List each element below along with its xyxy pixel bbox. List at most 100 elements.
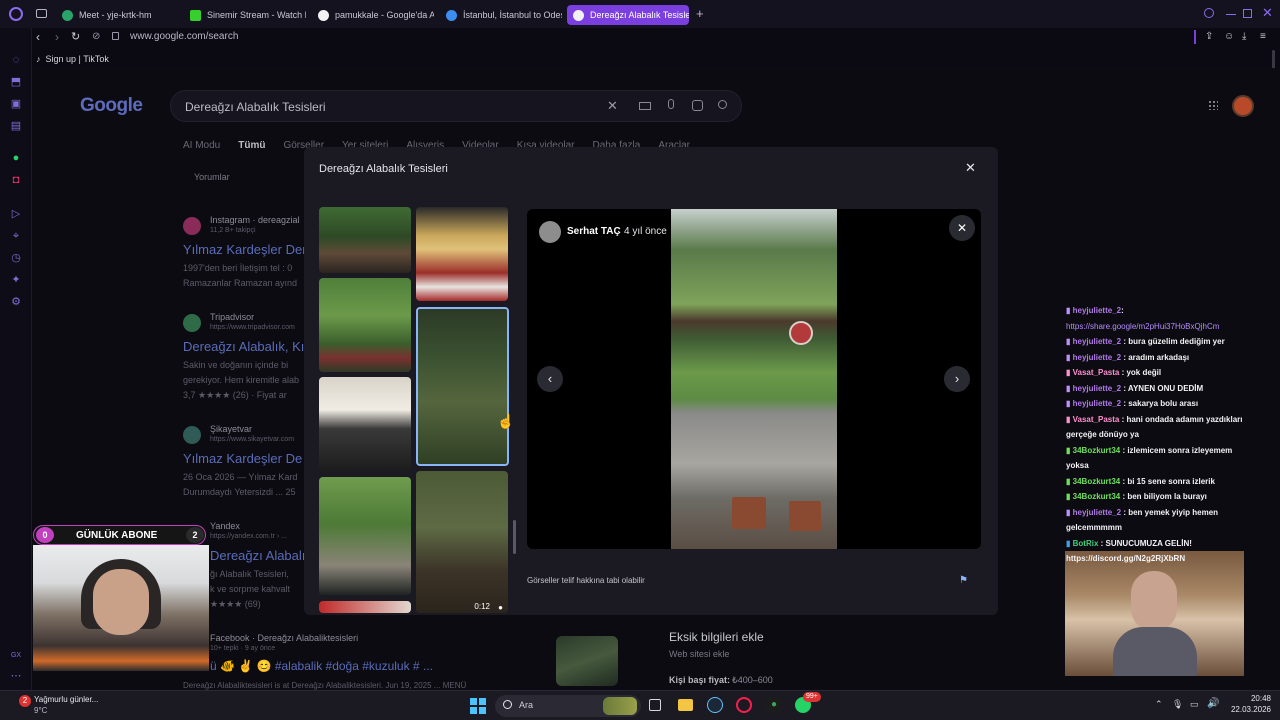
video-thumbnail[interactable]: 0:12 ● bbox=[416, 471, 508, 613]
restore-icon[interactable] bbox=[1243, 9, 1252, 18]
clock-time[interactable]: 20:48 bbox=[1233, 694, 1271, 703]
whatsapp-icon[interactable]: ● bbox=[10, 152, 22, 164]
player-icon[interactable]: ▷ bbox=[10, 208, 22, 220]
file-explorer-icon[interactable] bbox=[678, 699, 693, 711]
close-preview-button[interactable]: ✕ bbox=[949, 215, 975, 241]
back-icon[interactable]: ‹ bbox=[36, 30, 40, 44]
lens-icon[interactable] bbox=[692, 100, 703, 111]
result-thumbnail[interactable] bbox=[556, 636, 618, 686]
account-avatar[interactable] bbox=[1232, 95, 1254, 117]
report-flag-icon[interactable]: ⚑ bbox=[959, 575, 968, 586]
keyboard-icon[interactable] bbox=[639, 102, 651, 110]
badge-icon: ▮ bbox=[1066, 414, 1071, 424]
image-thumbnail-selected[interactable] bbox=[416, 307, 509, 466]
forward-icon[interactable]: › bbox=[55, 30, 59, 44]
history-icon[interactable]: ◷ bbox=[10, 252, 22, 264]
search-tabs-icon[interactable] bbox=[1204, 8, 1214, 18]
badge-icon: ▮ bbox=[1066, 352, 1071, 362]
result-source: Şikayetvar bbox=[210, 424, 253, 434]
image-thumbnail[interactable] bbox=[319, 601, 411, 613]
google-logo[interactable]: Google bbox=[80, 95, 143, 117]
badge-icon: ▮ bbox=[1066, 492, 1071, 501]
close-window-icon[interactable]: ✕ bbox=[1262, 5, 1273, 21]
video-duration: 0:12 bbox=[474, 602, 490, 611]
tab-meet[interactable]: Meet - yje-krtk-hm bbox=[56, 5, 178, 25]
discord-icon[interactable]: ● bbox=[766, 697, 782, 713]
result-title[interactable]: Yılmaz Kardeşler De bbox=[183, 451, 302, 466]
tab-sinemir[interactable]: Sinemir Stream - Watch Li bbox=[184, 5, 306, 25]
clear-icon[interactable]: ✕ bbox=[607, 98, 618, 114]
settings-icon[interactable]: ⚙ bbox=[10, 296, 22, 308]
image-thumbnail[interactable] bbox=[319, 207, 411, 273]
result-title[interactable]: ü 🐠 ✌ 😊 #alabalik #doğa #kuzuluk # ... bbox=[210, 659, 433, 673]
new-tab-icon[interactable]: + bbox=[696, 7, 704, 21]
image-thumbnail[interactable] bbox=[319, 278, 411, 372]
widget-left-count: 0 bbox=[36, 527, 54, 543]
url-field[interactable]: www.google.com/search bbox=[130, 31, 238, 42]
subscriber-widget: 0 GÜNLÜK ABONE 2 bbox=[33, 525, 206, 545]
side-add-website[interactable]: Web sitesi ekle bbox=[669, 649, 729, 659]
profile-icon[interactable]: ☺ bbox=[1224, 31, 1234, 42]
chat-message: ▮ heyjuliette_2 : sakarya bolu arası bbox=[1066, 399, 1199, 408]
thumbnail-scrollbar[interactable] bbox=[513, 520, 516, 554]
mic-tray-icon[interactable]: 🎙 bbox=[1172, 699, 1183, 710]
search-input[interactable]: Dereağzı Alabalık Tesisleri ✕ bbox=[170, 90, 742, 122]
steam-icon[interactable] bbox=[707, 697, 723, 713]
bookmark-manager-icon[interactable]: ▤ bbox=[10, 120, 22, 132]
volume-icon[interactable]: 🔊 bbox=[1207, 698, 1219, 709]
pin-icon[interactable]: ⌖ bbox=[10, 230, 22, 242]
clock-date[interactable]: 22.03.2026 bbox=[1222, 705, 1271, 714]
instagram-icon[interactable]: ◘ bbox=[10, 174, 22, 186]
shield-icon[interactable]: ⊘ bbox=[92, 31, 100, 42]
chat-link[interactable]: https://share.google/m2pHui37HoBxQjhCm bbox=[1066, 322, 1219, 331]
news-icon[interactable]: ▣ bbox=[10, 98, 22, 110]
result-meta: https://www.sikayetvar.com bbox=[210, 436, 295, 443]
search-icon[interactable] bbox=[718, 100, 727, 109]
dot-separator: · bbox=[617, 226, 621, 237]
stream-chat: ▮ heyjuliette_2: https://share.google/m2… bbox=[1066, 303, 1244, 567]
reload-icon[interactable]: ↻ bbox=[71, 30, 80, 43]
tab-pamukkale[interactable]: pamukkale - Google'da Ar bbox=[312, 5, 434, 25]
aria-icon[interactable]: ◌ bbox=[10, 54, 22, 66]
download-icon[interactable]: ⤓ bbox=[1242, 31, 1246, 42]
image-thumbnail[interactable] bbox=[416, 207, 508, 301]
nav-all[interactable]: Tümü bbox=[238, 140, 265, 151]
flow-icon[interactable]: ⬒ bbox=[10, 76, 22, 88]
opera-menu-icon[interactable] bbox=[9, 7, 23, 21]
author-name[interactable]: Serhat TAÇ bbox=[567, 226, 621, 237]
opera-gx-icon[interactable] bbox=[736, 697, 752, 713]
tab-active-search[interactable]: Dereağzı Alabalık Tesisleri bbox=[567, 5, 689, 25]
more-icon[interactable]: ⋯ bbox=[10, 670, 22, 682]
share-icon[interactable]: ⇪ bbox=[1205, 31, 1213, 42]
network-icon[interactable]: ▭ bbox=[1190, 699, 1199, 710]
tab-label: Meet - yje-krtk-hm bbox=[79, 10, 152, 20]
mic-icon[interactable] bbox=[668, 99, 674, 109]
next-image-button[interactable]: › bbox=[944, 366, 970, 392]
reviews-subtab[interactable]: Yorumlar bbox=[194, 172, 230, 182]
weather-widget[interactable]: 2 Yağmurlu günler... 9°C bbox=[14, 694, 124, 718]
minimize-icon[interactable] bbox=[1226, 14, 1236, 15]
tab-maps[interactable]: İstanbul, İstanbul to Odes bbox=[440, 5, 562, 25]
image-thumbnail[interactable] bbox=[319, 477, 411, 595]
plant-pot-right bbox=[789, 501, 821, 531]
start-icon[interactable] bbox=[470, 698, 486, 714]
result-source: Tripadvisor bbox=[210, 312, 255, 322]
side-heading: Eksik bilgileri ekle bbox=[669, 630, 764, 644]
result-snippet: 1997'den beri İletişim tel : 0 bbox=[183, 263, 293, 273]
author-avatar[interactable] bbox=[539, 221, 561, 243]
nav-ai-mode[interactable]: AI Modu bbox=[183, 140, 220, 151]
task-view-icon[interactable] bbox=[649, 699, 661, 711]
result-title[interactable]: Yılmaz Kardeşler Der bbox=[183, 242, 307, 257]
bookmark-tiktok[interactable]: ♪ Sign up | TikTok bbox=[36, 54, 109, 64]
gx-icon[interactable]: GX bbox=[10, 650, 22, 662]
tray-overflow-icon[interactable]: ⌃ bbox=[1155, 699, 1163, 710]
previous-image-button[interactable]: ‹ bbox=[537, 366, 563, 392]
apps-grid-icon[interactable] bbox=[1208, 100, 1218, 110]
extensions-icon[interactable]: ✦ bbox=[10, 274, 22, 286]
menu-icon[interactable]: ≡ bbox=[1260, 31, 1266, 42]
result-title[interactable]: Dereağzı Alabalık, Kı bbox=[183, 339, 304, 354]
image-thumbnail[interactable] bbox=[319, 377, 411, 471]
tab-overview-icon[interactable] bbox=[36, 9, 47, 18]
close-dialog-button[interactable]: ✕ bbox=[965, 160, 976, 176]
taskbar-search[interactable]: Ara bbox=[495, 695, 641, 717]
